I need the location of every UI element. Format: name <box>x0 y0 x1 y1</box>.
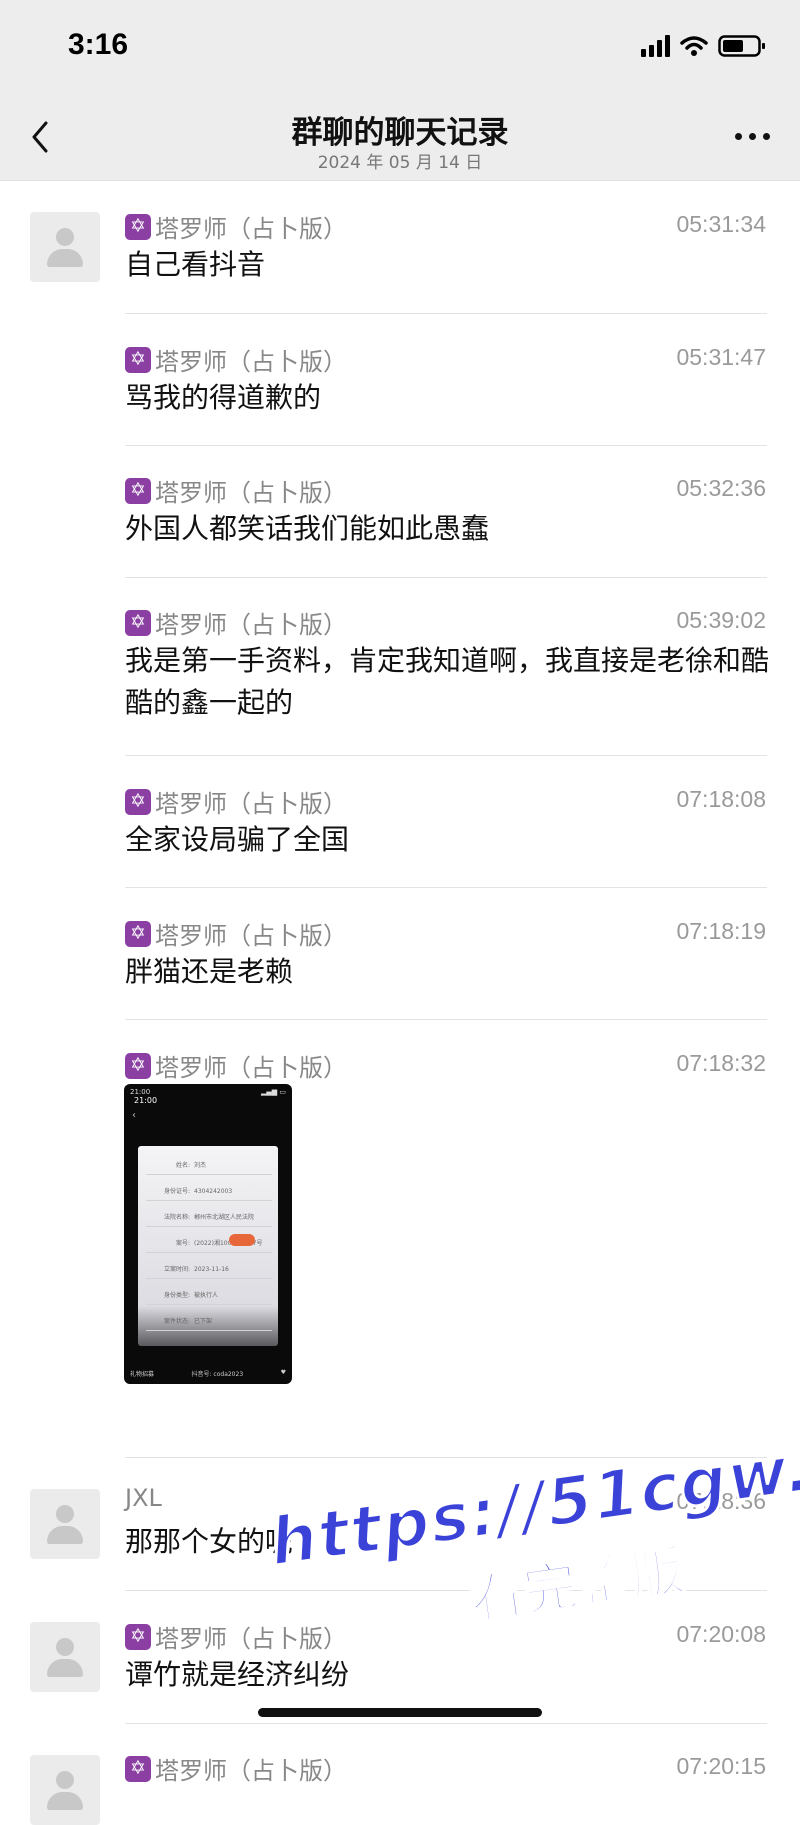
thumbnail-time: 21:00 <box>134 1096 158 1105</box>
sender-name: ✡ 塔罗师（占卜版） <box>125 342 347 377</box>
avatar[interactable] <box>30 1622 100 1692</box>
message-text: 谭竹就是经济纠纷 <box>125 1658 350 1691</box>
sender-label: 塔罗师（占卜版） <box>155 790 347 818</box>
divider <box>125 1590 767 1591</box>
sender-label: 塔罗师（占卜版） <box>155 1757 347 1785</box>
sender-label: 塔罗师（占卜版） <box>155 1054 347 1082</box>
divider <box>125 313 767 314</box>
message-time: 07:18:08 <box>676 786 766 812</box>
message-time: 07:18:36 <box>676 1488 766 1514</box>
message-text: 骂我的得道歉的 <box>125 381 322 414</box>
sender-label: 塔罗师（占卜版） <box>155 348 347 376</box>
divider <box>125 1457 767 1458</box>
divider <box>125 1723 767 1724</box>
message-time: 05:31:34 <box>676 211 766 237</box>
avatar[interactable] <box>30 1755 100 1825</box>
message-time: 05:39:02 <box>676 607 766 633</box>
sender-name: JXL <box>125 1484 162 1512</box>
message-text: 那那个女的呢 <box>125 1525 294 1558</box>
star-badge-icon: ✡ <box>125 1052 151 1079</box>
message-text: 胖猫还是老赖 <box>125 955 294 988</box>
divider <box>125 755 767 756</box>
status-icons <box>641 34 766 58</box>
sender-label: 塔罗师（占卜版） <box>155 215 347 243</box>
message-time: 05:32:36 <box>676 475 766 501</box>
divider <box>125 577 767 578</box>
message-text: 外国人都笑话我们能如此愚蠢 <box>125 512 490 545</box>
sender-name: ✡ 塔罗师（占卜版） <box>125 209 347 244</box>
status-bar: 3:16 <box>0 0 800 95</box>
sender-name: ✡ 塔罗师（占卜版） <box>125 1751 347 1786</box>
status-time: 3:16 <box>68 28 129 61</box>
sender-name: ✡ 塔罗师（占卜版） <box>125 1048 347 1083</box>
message-text: 全家设局骗了全国 <box>125 823 350 856</box>
sender-label: 塔罗师（占卜版） <box>155 479 347 507</box>
avatar[interactable] <box>30 1489 100 1559</box>
star-badge-icon: ✡ <box>125 1623 151 1650</box>
message-text: 自己看抖音 <box>125 248 266 281</box>
star-badge-icon: ✡ <box>125 477 151 504</box>
thumbnail-back-icon: ‹ <box>132 1110 136 1121</box>
sender-name: ✡ 塔罗师（占卜版） <box>125 473 347 508</box>
message-time: 07:18:32 <box>676 1050 766 1076</box>
image-thumbnail[interactable]: 21:00 ▂▄▆ ▭ 21:00 ‹ 姓名: 刘杰 身份证号: 4304242003… <box>124 1084 292 1384</box>
page-subtitle: 2024 年 05 月 14 日 <box>317 153 483 173</box>
thumbnail-status: 21:00 ▂▄▆ ▭ <box>130 1088 286 1096</box>
message-time: 07:20:15 <box>676 1753 766 1779</box>
avatar[interactable] <box>30 212 100 282</box>
star-badge-icon: ✡ <box>125 346 151 373</box>
nav-bar: 群聊的聊天记录 2024 年 05 月 14 日 <box>0 95 800 181</box>
star-badge-icon: ✡ <box>125 609 151 636</box>
star-badge-icon: ✡ <box>125 213 151 240</box>
divider <box>125 1019 767 1020</box>
thumbnail-card: 姓名: 刘杰 身份证号: 4304242003 法院名称: 郴州市北湖区人民法院 案号… <box>138 1146 278 1346</box>
star-badge-icon: ✡ <box>125 1755 151 1782</box>
divider <box>125 445 767 446</box>
message-time: 07:18:19 <box>676 918 766 944</box>
sender-name: ✡ 塔罗师（占卜版） <box>125 1619 347 1654</box>
thumbnail-footer: 礼物招募 抖音号: coda2023 ♥ <box>130 1369 286 1378</box>
message-time: 07:20:08 <box>676 1621 766 1647</box>
star-badge-icon: ✡ <box>125 920 151 947</box>
star-badge-icon: ✡ <box>125 788 151 815</box>
signal-icon <box>641 35 670 57</box>
message-text: 我是第一手资料，肯定我知道啊，我直接是老徐和酷酷的鑫一起的 <box>125 644 770 719</box>
home-indicator[interactable] <box>258 1708 542 1717</box>
wifi-icon <box>680 35 708 57</box>
sender-name: ✡ 塔罗师（占卜版） <box>125 784 347 819</box>
message-time: 05:31:47 <box>676 344 766 370</box>
sender-label: 塔罗师（占卜版） <box>155 922 347 950</box>
sender-label: JXL <box>125 1484 162 1512</box>
sender-label: 塔罗师（占卜版） <box>155 611 347 639</box>
sender-name: ✡ 塔罗师（占卜版） <box>125 605 347 640</box>
sender-name: ✡ 塔罗师（占卜版） <box>125 916 347 951</box>
more-options-icon[interactable] <box>735 133 770 140</box>
sender-label: 塔罗师（占卜版） <box>155 1625 347 1653</box>
page-title: 群聊的聊天记录 <box>291 115 509 151</box>
divider <box>125 887 767 888</box>
battery-icon <box>718 34 766 58</box>
redaction-scribble <box>229 1234 255 1246</box>
